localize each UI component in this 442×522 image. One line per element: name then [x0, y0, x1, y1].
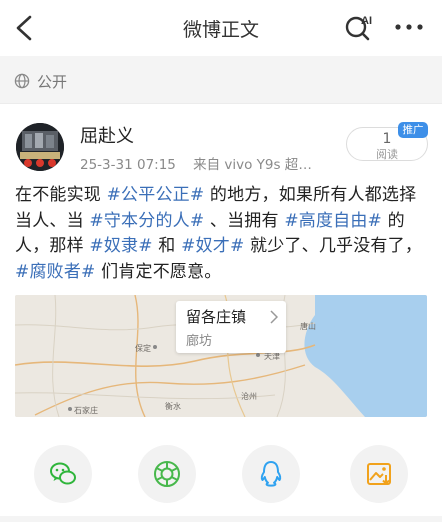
hashtag-link[interactable]: #守本分的人# — [89, 211, 204, 231]
avatar[interactable] — [16, 123, 64, 171]
promote-badge[interactable]: 推广 — [398, 122, 428, 138]
hashtag-link[interactable]: #公平公正# — [107, 185, 205, 205]
chevron-right-icon — [270, 310, 278, 324]
hashtag-link[interactable]: #奴隶# — [89, 236, 152, 256]
map-label-baoding: 保定 — [135, 344, 151, 353]
post-text: 们肯定不愿意。 — [95, 261, 222, 282]
author-name[interactable]: 屈赴义 — [80, 122, 134, 148]
wechat-icon — [50, 462, 76, 485]
map-label-hengshui: 衡水 — [165, 402, 181, 411]
visibility-bar: 公开 — [0, 56, 442, 104]
bottom-divider — [0, 516, 442, 522]
location-place: 留各庄镇 — [186, 308, 247, 326]
post-card: 屈赴义 25-3-31 07:15 来自 vivo Y9s 超颜... 1 阅读… — [0, 105, 442, 522]
share-moments-button[interactable] — [138, 445, 196, 503]
post-source: 来自 vivo Y9s 超颜... — [193, 157, 320, 173]
post-timestamp: 25-3-31 07:15 — [80, 157, 176, 173]
post-meta: 25-3-31 07:15 来自 vivo Y9s 超颜... — [80, 153, 320, 173]
post-text: 就少了、几乎没有了， — [244, 236, 423, 256]
post-text: 在不能实现 — [15, 185, 107, 205]
globe-icon — [14, 73, 30, 89]
hashtag-link[interactable]: #高度自由# — [284, 211, 382, 231]
qq-icon — [260, 461, 282, 487]
moments-icon — [154, 461, 180, 487]
post-text: 、当拥有 — [204, 210, 285, 231]
post-text: 和 — [152, 236, 182, 256]
ai-label: AI — [361, 15, 372, 27]
share-row — [0, 445, 442, 505]
save-image-icon — [367, 463, 391, 485]
visibility-label: 公开 — [37, 73, 68, 91]
hashtag-link[interactable]: #奴才# — [181, 236, 244, 256]
map-label-shijiazhuang: 石家庄 — [74, 406, 98, 415]
ai-search-icon[interactable]: AI — [344, 12, 376, 42]
post-content: 在不能实现 #公平公正# 的地方，如果所有人都选择当人、当 #守本分的人# 、当… — [15, 183, 429, 285]
top-navigation-bar: 微博正文 AI — [0, 0, 442, 56]
hashtag-link[interactable]: #腐败者# — [15, 262, 96, 282]
location-popup[interactable]: 留各庄镇 廊坊 — [176, 301, 286, 353]
share-wechat-button[interactable] — [34, 445, 92, 503]
map-label-cangzhou: 沧州 — [241, 392, 257, 401]
read-label: 阅读 — [376, 148, 398, 161]
map-label-tangshan: 唐山 — [300, 322, 316, 331]
save-image-button[interactable] — [350, 445, 408, 503]
share-qq-button[interactable] — [242, 445, 300, 503]
location-map[interactable]: 石家庄 保定 天津 唐山 沧州 衡水 留各庄镇 廊坊 — [15, 295, 427, 417]
more-options-icon[interactable] — [392, 14, 426, 40]
location-city: 廊坊 — [186, 334, 213, 349]
